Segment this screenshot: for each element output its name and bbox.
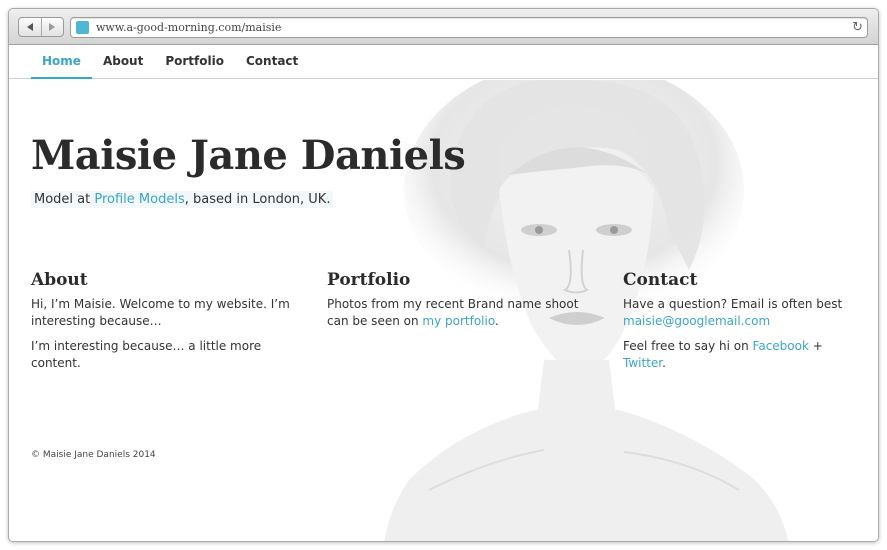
url-text[interactable]: www.a-good-morning.com/maisie bbox=[96, 20, 281, 35]
contact-paragraph-2: Feel free to say hi on Facebook + Twitte… bbox=[623, 338, 863, 372]
tagline-suffix: , based in London, UK. bbox=[184, 192, 331, 207]
back-arrow-icon bbox=[26, 23, 33, 31]
reload-icon[interactable]: ↻ bbox=[852, 19, 863, 36]
about-heading: About bbox=[31, 270, 88, 290]
contact-line-1: Have a question? Email is often best bbox=[623, 297, 843, 311]
about-section: About Hi, I’m Maisie. Welcome to my webs… bbox=[31, 270, 301, 380]
portfolio-section: Portfolio Photos from my recent Brand na… bbox=[327, 270, 597, 338]
nav-item-about[interactable]: About bbox=[92, 46, 154, 79]
portfolio-heading: Portfolio bbox=[327, 270, 411, 290]
site-nav: Home About Portfolio Contact bbox=[9, 46, 878, 79]
email-link[interactable]: maisie@googlemail.com bbox=[623, 314, 770, 328]
favicon-icon bbox=[76, 21, 89, 34]
contact-section: Contact Have a question? Email is often … bbox=[623, 270, 863, 380]
facebook-link[interactable]: Facebook bbox=[753, 339, 809, 353]
page-title: Maisie Jane Daniels bbox=[31, 132, 466, 179]
browser-window: www.a-good-morning.com/maisie ↻ Home Abo… bbox=[8, 8, 879, 542]
tagline-prefix: Model at bbox=[34, 192, 95, 207]
web-page: Home About Portfolio Contact Maisie Jane… bbox=[9, 46, 878, 541]
nav-item-contact[interactable]: Contact bbox=[235, 46, 309, 79]
plus-separator: + bbox=[808, 339, 823, 353]
contact-line-2: Feel free to say hi on bbox=[623, 339, 753, 353]
nav-item-portfolio[interactable]: Portfolio bbox=[154, 46, 235, 79]
my-portfolio-link[interactable]: my portfolio bbox=[422, 314, 495, 328]
forward-arrow-icon bbox=[49, 23, 56, 31]
contact-paragraph-1: Have a question? Email is often best mais… bbox=[623, 296, 863, 330]
profile-models-link[interactable]: Profile Models bbox=[94, 192, 184, 207]
about-paragraph-2: I’m interesting because… a little more c… bbox=[31, 339, 262, 370]
tagline: Model at Profile Models, based in London… bbox=[31, 191, 334, 208]
portfolio-paragraph: Photos from my recent Brand name shoot c… bbox=[327, 296, 597, 330]
portfolio-suffix: . bbox=[494, 314, 499, 328]
twitter-link[interactable]: Twitter bbox=[623, 356, 662, 370]
contact-suffix: . bbox=[662, 356, 666, 370]
about-paragraph-1: Hi, I’m Maisie. Welcome to my website. I… bbox=[31, 297, 290, 328]
main-content: Maisie Jane Daniels Model at Profile Mod… bbox=[9, 80, 878, 541]
forward-button[interactable] bbox=[40, 18, 63, 36]
history-buttons bbox=[18, 17, 64, 37]
contact-heading: Contact bbox=[623, 270, 698, 290]
back-button[interactable] bbox=[19, 18, 41, 36]
address-bar[interactable]: www.a-good-morning.com/maisie ↻ bbox=[70, 17, 868, 38]
nav-item-home[interactable]: Home bbox=[31, 46, 92, 79]
browser-toolbar: www.a-good-morning.com/maisie ↻ bbox=[9, 9, 878, 45]
copyright-footer: © Maisie Jane Daniels 2014 bbox=[31, 450, 156, 460]
